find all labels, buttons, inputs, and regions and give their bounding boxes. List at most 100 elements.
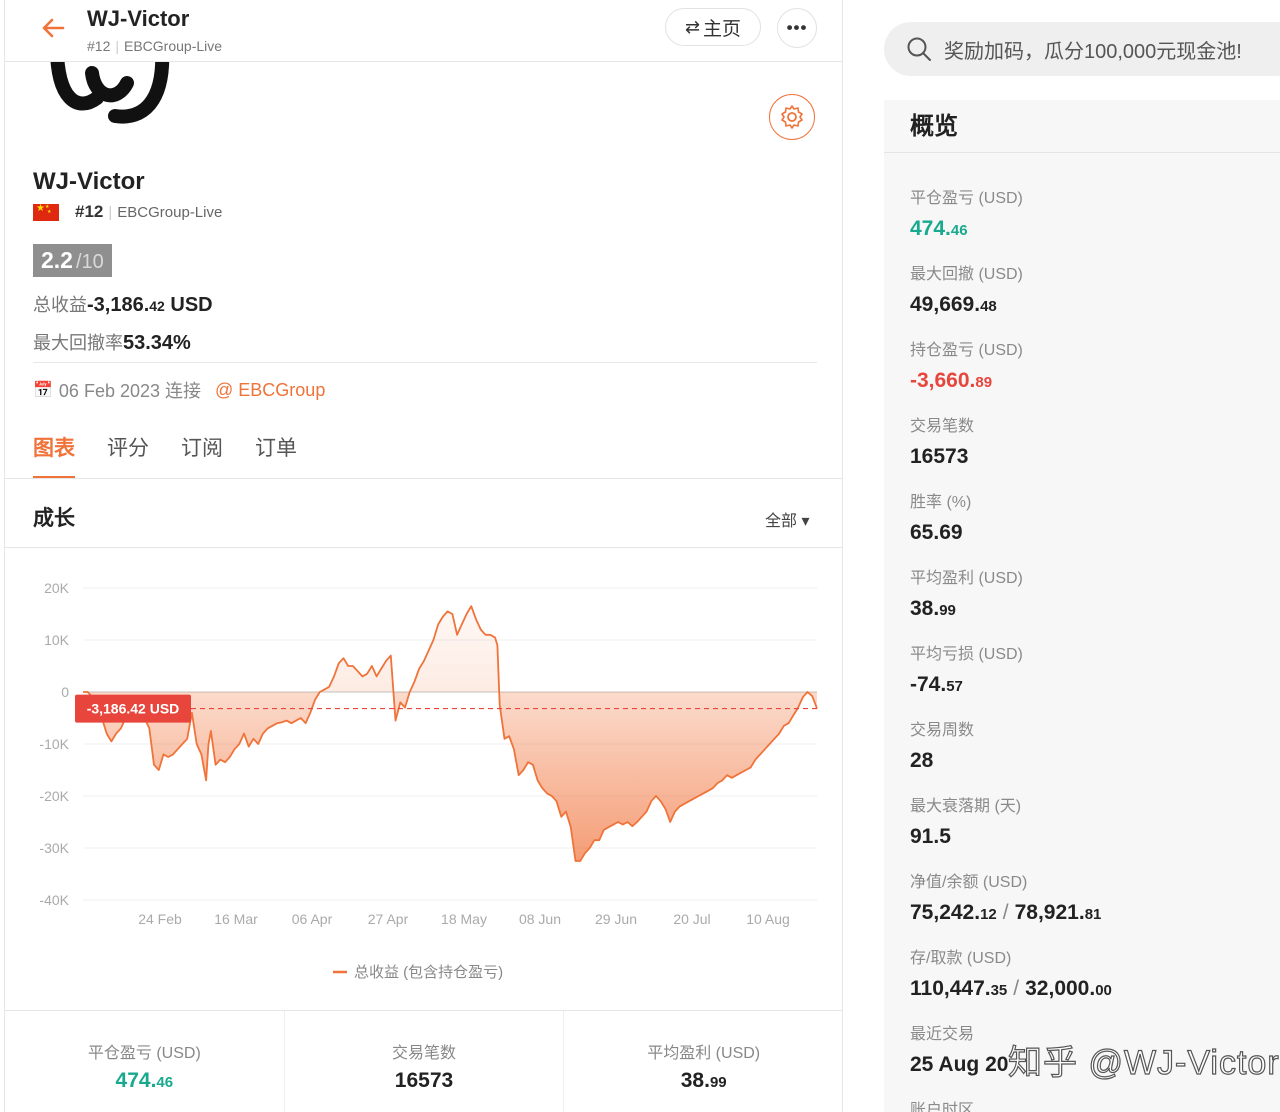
overview-deposit-withdraw: 存/取款 (USD) 110,447.35 /32,000.00 <box>910 944 1112 1001</box>
x-tick-label: 24 Feb <box>138 911 182 927</box>
more-icon: ••• <box>786 18 808 37</box>
x-tick-label: 08 Jun <box>519 911 561 927</box>
range-dropdown[interactable]: 全部 ▾ <box>765 507 810 531</box>
overview-value: 49,669.48 <box>910 293 1023 317</box>
overview-value-main: 38. <box>910 597 940 620</box>
x-tick-label: 27 Apr <box>368 911 409 927</box>
summary-strip: 平仓盈亏 (USD) 474.46 交易笔数 16573 平均盈利 (USD) … <box>5 1010 842 1112</box>
total-profit-label: 总收益 <box>33 295 87 315</box>
score-value: 2.2 <box>41 247 73 273</box>
china-flag-icon: ★ ★ ★ <box>33 203 59 221</box>
overview-label: 平均盈利 (USD) <box>910 570 1023 587</box>
overview-open-pnl: 持仓盈亏 (USD) -3,660.89 <box>910 336 1023 393</box>
overview-value-main: 110,447. <box>910 977 991 1000</box>
gear-icon <box>781 105 803 129</box>
home-button[interactable]: ⇄ 主页 <box>665 8 761 46</box>
overview-label: 存/取款 (USD) <box>910 950 1012 967</box>
max-drawdown-rate: 最大回撤率53.34% <box>33 329 191 355</box>
tab-rating[interactable]: 评分 <box>107 432 149 479</box>
summary-label: 平均盈利 (USD) <box>647 1045 761 1062</box>
overview-section: 概览 平仓盈亏 (USD) 474.46 最大回撤 (USD) 49,669.4… <box>884 100 1280 1112</box>
search-bar[interactable]: 奖励加码，瓜分100,000元现金池! <box>884 22 1280 76</box>
overview-label: 最大衰落期 (天) <box>910 798 1022 815</box>
overview-label: 平均亏损 (USD) <box>910 646 1023 663</box>
watermark-text: 知乎 @WJ-Victor <box>1007 1043 1280 1082</box>
summary-value-main: 16573 <box>394 1069 454 1092</box>
slash-separator: / <box>1002 901 1009 924</box>
overview-value-decimals: 89 <box>975 374 993 391</box>
overview-value: 28 <box>910 749 934 772</box>
tab-bar: 图表 评分 订阅 订单 <box>33 432 329 479</box>
overview-max-decline-period: 最大衰落期 (天) 91.5 <box>910 792 1021 849</box>
header-name: WJ-Victor <box>87 6 190 31</box>
overview-value: 25 Aug 20 <box>910 1053 1009 1076</box>
overview-title: 概览 <box>910 113 958 140</box>
overview-account-timezone: 账户时区 <box>910 1096 974 1112</box>
overview-value-main-2: 78,921. <box>1014 901 1085 924</box>
overview-value-main: 75,242. <box>910 901 981 924</box>
max-drawdown-label: 最大回撤率 <box>33 333 123 353</box>
search-icon <box>907 37 931 61</box>
slash-separator: / <box>1013 977 1020 1000</box>
overview-win-rate: 胜率 (%) 65.69 <box>910 488 971 545</box>
overview-value-decimals-2: 81 <box>1084 906 1102 923</box>
overview-value: 38.99 <box>910 597 1023 621</box>
overview-value: -3,660.89 <box>910 369 1023 393</box>
x-tick-label: 29 Jun <box>595 911 637 927</box>
connected-info: 📅 06 Feb 2023 连接 @ EBCGroup <box>33 377 325 403</box>
summary-value-decimals: 46 <box>156 1074 174 1091</box>
overview-value-decimals: 99 <box>939 602 956 619</box>
summary-value-main: 38. <box>680 1069 710 1092</box>
overview-value: 91.5 <box>910 825 951 848</box>
section-title: 成长 <box>33 507 75 530</box>
summary-label: 平仓盈亏 (USD) <box>87 1045 201 1062</box>
tab-orders[interactable]: 订单 <box>255 432 297 479</box>
growth-chart: 20K 10K 0 -10K -20K -30K -40K 24 Feb 16 Mar 06 Ap… <box>39 580 818 981</box>
total-profit-decimals: 42 <box>149 298 165 314</box>
overview-panel: 奖励加码，瓜分100,000元现金池! 概览 平仓盈亏 (USD) 474.46… <box>884 0 1280 1112</box>
tab-chart[interactable]: 图表 <box>33 432 75 479</box>
back-arrow-icon[interactable] <box>37 12 69 44</box>
settings-button[interactable] <box>769 94 815 140</box>
more-options-button[interactable]: ••• <box>777 8 817 48</box>
overview-label: 胜率 (%) <box>910 494 972 511</box>
broker-link[interactable]: @ EBCGroup <box>215 380 325 401</box>
y-tick-label: 10K <box>44 632 70 648</box>
score-denominator: /10 <box>75 251 104 273</box>
y-tick-label: 20K <box>44 580 70 596</box>
overview-value-main: -74. <box>910 673 947 696</box>
summary-avg-profit: 平均盈利 (USD) 38.99 <box>564 1011 842 1112</box>
legend-label: 总收益 (包含持仓盈亏) <box>354 964 503 981</box>
summary-label: 交易笔数 <box>392 1045 457 1062</box>
y-tick-label: -10K <box>39 736 69 752</box>
x-tick-label: 10 Aug <box>746 911 790 927</box>
summary-value-decimals: 99 <box>709 1074 727 1091</box>
tab-subscribe[interactable]: 订阅 <box>181 432 223 479</box>
overview-value: 474.46 <box>910 217 1023 241</box>
overview-label: 交易周数 <box>910 722 975 739</box>
caret-down-icon: ▾ <box>801 513 810 530</box>
overview-value-decimals: 57 <box>946 678 963 695</box>
swap-icon: ⇄ <box>684 16 701 37</box>
overview-label: 最近交易 <box>910 1026 975 1043</box>
header-broker: EBCGroup-Live <box>124 38 223 54</box>
total-profit: 总收益-3,186.42 USD <box>33 291 213 317</box>
overview-value-main: 49,669. <box>910 293 981 316</box>
total-profit-unit: USD <box>164 294 213 316</box>
divider <box>5 478 842 479</box>
overview-value-main: 474. <box>910 217 951 240</box>
current-value-label: -3,186.42 USD <box>87 701 180 717</box>
overview-value-decimals: 46 <box>950 222 968 239</box>
overview-last-trade: 最近交易 25 Aug 20 <box>910 1020 1008 1077</box>
summary-value: 16573 <box>285 1069 564 1093</box>
y-tick-label: -30K <box>39 840 69 856</box>
x-tick-label: 18 May <box>441 911 487 927</box>
header-rank: #12 <box>87 38 111 54</box>
overview-avg-profit: 平均盈利 (USD) 38.99 <box>910 564 1023 621</box>
profile-name: WJ-Victor <box>33 168 145 195</box>
divider <box>33 362 817 363</box>
y-tick-label: -20K <box>39 788 69 804</box>
search-placeholder: 奖励加码，瓜分100,000元现金池! <box>944 40 1242 63</box>
overview-label: 最大回撤 (USD) <box>910 266 1023 283</box>
overview-weeks: 交易周数 28 <box>910 716 974 773</box>
